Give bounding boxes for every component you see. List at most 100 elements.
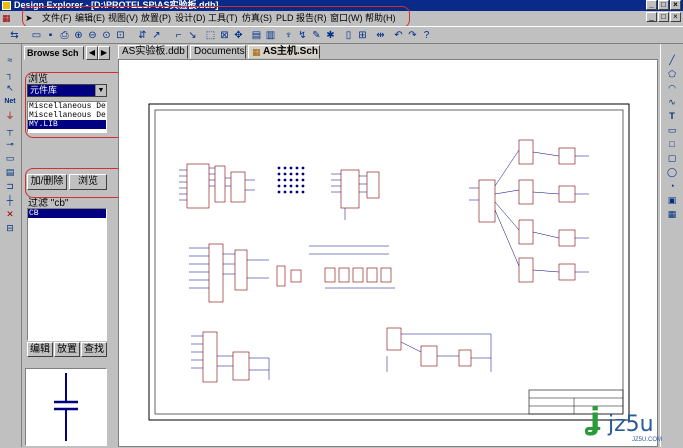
- logo-text: jz5u: [608, 412, 654, 437]
- text-icon[interactable]: T: [665, 110, 679, 122]
- schematic-canvas[interactable]: [118, 59, 658, 447]
- deselect-icon[interactable]: ⊠: [218, 29, 231, 42]
- net-icon[interactable]: Net: [3, 96, 17, 108]
- component-preview: [25, 368, 107, 446]
- add-remove-button[interactable]: 加/删除: [27, 174, 67, 190]
- doc-menu-icon[interactable]: ▦: [2, 12, 11, 24]
- menu-simulate[interactable]: 仿真(S): [242, 12, 272, 24]
- port-tool-icon[interactable]: ⊐: [3, 180, 17, 192]
- ellipse-icon[interactable]: ◯: [665, 166, 679, 178]
- library-select[interactable]: 元件库 ▼: [27, 84, 107, 97]
- part-icon[interactable]: ⊸: [3, 138, 17, 150]
- zoom-out-icon[interactable]: ⊖: [86, 29, 99, 42]
- logo-mark: ʝ: [590, 402, 601, 437]
- edit-button[interactable]: 编辑: [27, 342, 53, 357]
- port-icon[interactable]: ⊞: [356, 29, 369, 42]
- rectangle-icon[interactable]: □: [665, 138, 679, 150]
- graphic-icon[interactable]: ▣: [665, 194, 679, 206]
- menu-tools[interactable]: 工具(T): [208, 12, 238, 24]
- pie-icon[interactable]: ◔: [665, 180, 679, 192]
- minimize-button[interactable]: _: [646, 0, 657, 10]
- arc-icon[interactable]: ◠: [665, 82, 679, 94]
- place-button[interactable]: 放置: [54, 342, 80, 357]
- cross-probe-icon[interactable]: ↗: [150, 29, 163, 42]
- browse-button[interactable]: 浏览: [69, 174, 107, 190]
- zoom-in-icon[interactable]: ⊕: [72, 29, 85, 42]
- sheet-symbol-icon[interactable]: ▭: [3, 152, 17, 164]
- menu-file[interactable]: 文件(F): [42, 12, 72, 24]
- save-icon[interactable]: ▪: [44, 29, 57, 42]
- rounded-rect-icon[interactable]: ▢: [665, 152, 679, 164]
- bezier-icon[interactable]: ≈: [3, 54, 17, 66]
- power-icon[interactable]: ↯: [296, 29, 309, 42]
- list-item[interactable]: MY.LIB: [28, 120, 106, 129]
- help-icon[interactable]: ?: [420, 29, 433, 42]
- component-list[interactable]: CB: [27, 208, 107, 341]
- bus-icon[interactable]: ↘: [186, 29, 199, 42]
- menu-window[interactable]: 窗口(W): [330, 12, 363, 24]
- wire-icon[interactable]: ⌐: [172, 29, 185, 42]
- select-area-icon[interactable]: ⬚: [204, 29, 217, 42]
- right-tool-strip: ╱ ⬠ ◠ ∿ T ▭ □ ▢ ◯ ◔ ▣ ▦: [660, 44, 683, 447]
- sheet-entry-icon[interactable]: ▤: [3, 166, 17, 178]
- sheet-icon[interactable]: ▯: [342, 29, 355, 42]
- close-button[interactable]: ×: [670, 0, 681, 10]
- menu-view[interactable]: 视图(V): [108, 12, 138, 24]
- pin-icon[interactable]: ▥: [264, 29, 277, 42]
- print-icon[interactable]: ⎙: [58, 29, 71, 42]
- align-icon[interactable]: ⇹: [374, 29, 387, 42]
- undo-icon[interactable]: ↶: [392, 29, 405, 42]
- capacitor-symbol: [54, 373, 78, 441]
- text-frame-icon[interactable]: ▭: [665, 124, 679, 136]
- find-button[interactable]: 查找: [81, 342, 107, 357]
- ground-icon[interactable]: ⏚: [3, 110, 17, 122]
- tab-documents[interactable]: Documents: [190, 45, 246, 59]
- doc-close-button[interactable]: ×: [670, 12, 681, 22]
- pcb-layout-icon[interactable]: ⊟: [3, 222, 17, 234]
- library-list[interactable]: Miscellaneous De Miscellaneous De MY.LIB: [27, 101, 107, 133]
- list-item[interactable]: Miscellaneous De: [28, 111, 106, 120]
- junction-icon[interactable]: ✱: [324, 29, 337, 42]
- zoom-fit-icon[interactable]: ⊙: [100, 29, 113, 42]
- array-icon[interactable]: ▦: [665, 208, 679, 220]
- menu-design[interactable]: 设计(D): [175, 12, 206, 24]
- tab-project[interactable]: AS实验板.ddb: [118, 45, 188, 59]
- browse-label: 浏览: [28, 74, 48, 85]
- document-tabs: AS实验板.ddb Documents AS主机.Sch ▦: [118, 45, 658, 59]
- move-icon[interactable]: ✥: [232, 29, 245, 42]
- netlabel-icon[interactable]: ✎: [310, 29, 323, 42]
- bezier-draw-icon[interactable]: ∿: [665, 96, 679, 108]
- doc-minimize-button[interactable]: _: [646, 12, 657, 22]
- app-icon: [2, 1, 11, 10]
- zoom-area-icon[interactable]: ⊡: [114, 29, 127, 42]
- doc-restore-button[interactable]: □: [658, 12, 669, 22]
- draw-line-icon[interactable]: ╱: [665, 54, 679, 66]
- polygon-icon[interactable]: ⬠: [665, 68, 679, 80]
- list-item[interactable]: Miscellaneous De: [28, 102, 106, 111]
- library-icon[interactable]: ▤: [250, 29, 263, 42]
- window-title: Design Explorer - [D:\PROTELSP\AS实验板.ddb…: [14, 0, 219, 10]
- menu-pld[interactable]: PLD: [276, 12, 294, 24]
- menu-help[interactable]: 帮助(H): [365, 12, 396, 24]
- left-tool-strip: ≈ ┐ ↖ Net ⏚ ┬ ⊸ ▭ ▤ ⊐ ┼ ✕ ⊟: [0, 44, 22, 447]
- menu-reports[interactable]: 报告(R): [296, 12, 327, 24]
- hierarchy-icon[interactable]: ⇵: [136, 29, 149, 42]
- menu-bar: ▦ ➤ 文件(F) 编辑(E) 视图(V) 放置(P) 设计(D) 工具(T) …: [0, 11, 683, 25]
- power-port-icon[interactable]: ┬: [3, 124, 17, 136]
- tab-browse-sch[interactable]: Browse Sch: [24, 46, 84, 60]
- redo-icon[interactable]: ↷: [406, 29, 419, 42]
- bus-entry-icon[interactable]: ┐: [3, 68, 17, 80]
- list-item[interactable]: CB: [28, 209, 106, 218]
- probe-icon[interactable]: ♆: [282, 29, 295, 42]
- junction-tool-icon[interactable]: ┼: [3, 194, 17, 206]
- line-icon[interactable]: ↖: [3, 82, 17, 94]
- menu-place[interactable]: 放置(P): [141, 12, 171, 24]
- no-erc-icon[interactable]: ✕: [3, 208, 17, 220]
- chevron-down-icon[interactable]: ▼: [95, 85, 106, 96]
- maximize-button[interactable]: □: [658, 0, 669, 10]
- tab-prev-button[interactable]: ◀: [86, 46, 98, 60]
- explorer-toggle-icon[interactable]: ⇆: [8, 29, 21, 42]
- open-icon[interactable]: ▭: [30, 29, 43, 42]
- tab-next-button[interactable]: ▶: [98, 46, 110, 60]
- menu-edit[interactable]: 编辑(E): [75, 12, 105, 24]
